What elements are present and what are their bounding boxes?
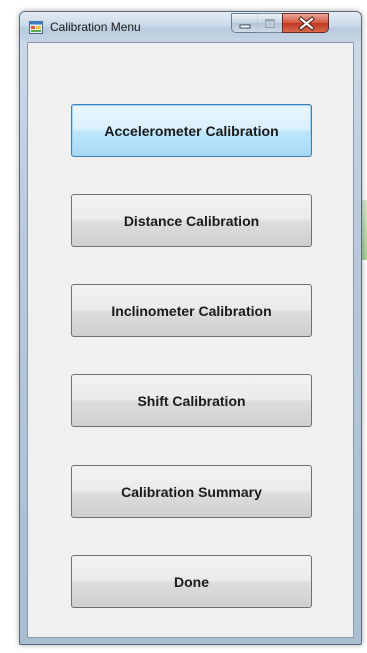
calibration-summary-button[interactable]: Calibration Summary (71, 465, 312, 518)
calibration-summary-label: Calibration Summary (121, 483, 262, 500)
done-label: Done (174, 573, 209, 590)
calibration-menu-window: Calibration Menu Accelerometer Calibrati… (19, 11, 362, 645)
shift-calibration-button[interactable]: Shift Calibration (71, 374, 312, 427)
title-bar[interactable]: Calibration Menu (20, 12, 361, 42)
window-title: Calibration Menu (50, 20, 141, 34)
accelerometer-calibration-button[interactable]: Accelerometer Calibration (71, 104, 312, 157)
done-button[interactable]: Done (71, 555, 312, 608)
close-button[interactable] (282, 13, 329, 33)
distance-calibration-button[interactable]: Distance Calibration (71, 194, 312, 247)
close-icon (298, 16, 315, 31)
minimize-button[interactable] (231, 13, 258, 33)
minimize-icon (239, 24, 251, 29)
form-client-area: Accelerometer Calibration Distance Calib… (27, 42, 354, 638)
inclinometer-calibration-label: Inclinometer Calibration (111, 302, 272, 319)
shift-calibration-label: Shift Calibration (137, 392, 246, 409)
maximize-button[interactable] (257, 13, 283, 33)
distance-calibration-label: Distance Calibration (123, 212, 260, 229)
maximize-icon (265, 19, 275, 28)
inclinometer-calibration-button[interactable]: Inclinometer Calibration (71, 284, 312, 337)
accelerometer-calibration-label: Accelerometer Calibration (104, 122, 279, 139)
form-app-icon (29, 21, 43, 34)
